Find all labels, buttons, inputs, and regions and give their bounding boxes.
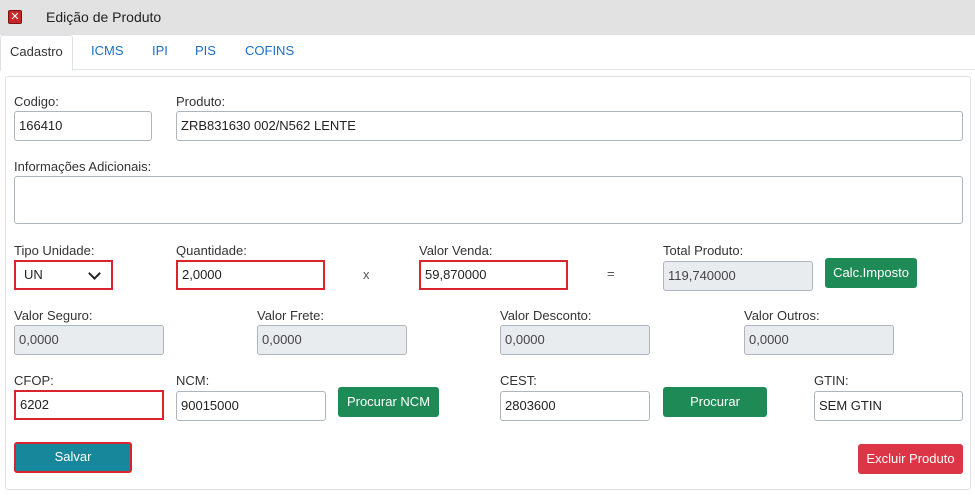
valor-venda-label: Valor Venda:	[419, 243, 493, 258]
tab-ipi[interactable]: IPI	[152, 35, 168, 70]
tipo-unidade-value: UN	[24, 267, 43, 282]
tipo-unidade-label: Tipo Unidade:	[14, 243, 95, 258]
cest-field[interactable]: 2803600	[500, 391, 650, 421]
tab-icms[interactable]: ICMS	[91, 35, 124, 70]
quantidade-field[interactable]: 2,0000	[176, 260, 325, 290]
codigo-label: Codigo:	[14, 94, 59, 109]
chevron-down-icon	[88, 267, 101, 280]
valor-seguro-label: Valor Seguro:	[14, 308, 93, 323]
codigo-field[interactable]: 166410	[14, 111, 152, 141]
valor-desconto-field: 0,0000	[500, 325, 650, 355]
cest-label: CEST:	[500, 373, 537, 388]
excluir-produto-button[interactable]: Excluir Produto	[858, 444, 963, 474]
tab-bar: Cadastro ICMS IPI PIS COFINS	[0, 35, 975, 71]
cfop-label: CFOP:	[14, 373, 54, 388]
valor-venda-field[interactable]: 59,870000	[419, 260, 568, 290]
tab-cofins[interactable]: COFINS	[245, 35, 294, 70]
gtin-field[interactable]: SEM GTIN	[814, 391, 963, 421]
close-icon[interactable]: ✕	[8, 10, 22, 24]
calc-imposto-button[interactable]: Calc.Imposto	[825, 258, 917, 288]
valor-outros-label: Valor Outros:	[744, 308, 820, 323]
tab-pis[interactable]: PIS	[195, 35, 216, 70]
valor-frete-field: 0,0000	[257, 325, 407, 355]
tab-cadastro[interactable]: Cadastro	[0, 35, 73, 71]
procurar-ncm-button[interactable]: Procurar NCM	[338, 387, 439, 417]
valor-frete-label: Valor Frete:	[257, 308, 324, 323]
cfop-field[interactable]: 6202	[14, 390, 164, 420]
title-bar: ✕ Edição de Produto	[0, 0, 975, 35]
window-title: Edição de Produto	[46, 9, 162, 25]
tipo-unidade-select[interactable]: UN	[14, 260, 113, 290]
info-adicionais-textarea[interactable]	[14, 176, 963, 224]
gtin-label: GTIN:	[814, 373, 849, 388]
times-sign: x	[363, 267, 370, 282]
info-adicionais-label: Informações Adicionais:	[14, 159, 152, 174]
procurar-cest-button[interactable]: Procurar CEST	[663, 387, 767, 439]
total-produto-field: 119,740000	[663, 261, 813, 291]
produto-field[interactable]: ZRB831630 002/N562 LENTE	[176, 111, 963, 141]
valor-seguro-field: 0,0000	[14, 325, 164, 355]
valor-desconto-label: Valor Desconto:	[500, 308, 592, 323]
produto-label: Produto:	[176, 94, 226, 109]
equals-sign: =	[607, 266, 615, 281]
salvar-alteracoes-button[interactable]: Salvar Alterações	[14, 442, 132, 490]
total-produto-label: Total Produto:	[663, 243, 744, 258]
valor-outros-field: 0,0000	[744, 325, 894, 355]
ncm-label: NCM:	[176, 373, 210, 388]
ncm-field[interactable]: 90015000	[176, 391, 326, 421]
quantidade-label: Quantidade:	[176, 243, 247, 258]
